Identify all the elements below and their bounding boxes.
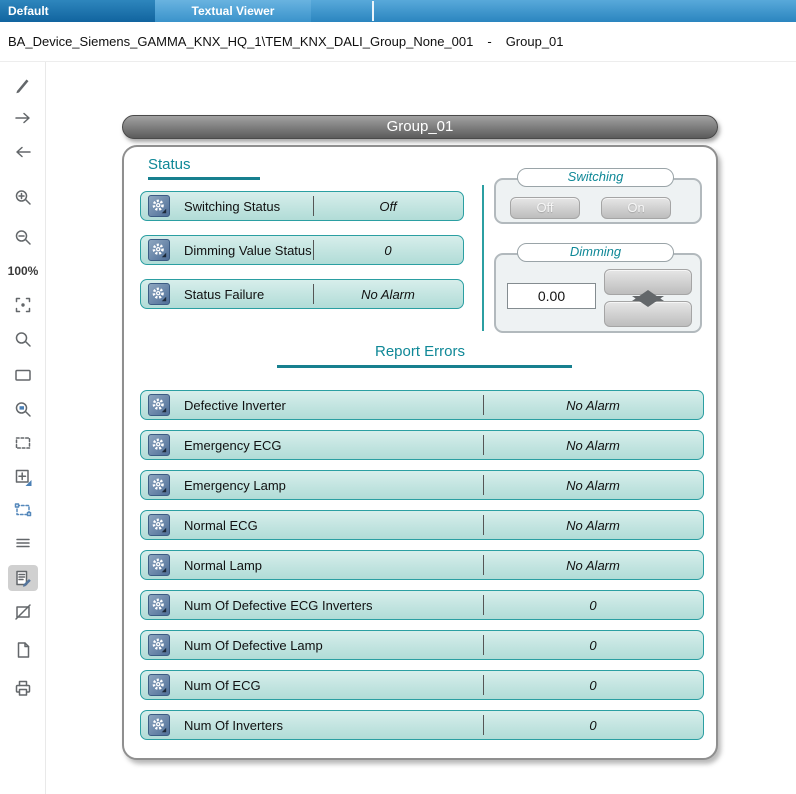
- report-error-rows: Defective Inverter No Alarm Emergency EC…: [140, 390, 704, 750]
- pen-tool-icon[interactable]: [8, 72, 38, 98]
- report-row-label: Num Of ECG: [184, 678, 261, 693]
- fit-view-icon[interactable]: [8, 464, 38, 490]
- gear-icon[interactable]: [148, 239, 170, 261]
- magnifier-icon[interactable]: [8, 327, 38, 353]
- gear-icon[interactable]: [148, 674, 170, 696]
- hide-annotations-icon[interactable]: [8, 599, 38, 625]
- report-row-label: Num Of Defective ECG Inverters: [184, 598, 373, 613]
- tab-textual-viewer[interactable]: Textual Viewer: [155, 0, 311, 22]
- gear-icon[interactable]: [148, 474, 170, 496]
- report-row-label: Num Of Inverters: [184, 718, 283, 733]
- status-row-label: Status Failure: [184, 287, 264, 302]
- gear-icon[interactable]: [148, 434, 170, 456]
- status-row-value: 0: [313, 236, 463, 264]
- gear-icon[interactable]: [148, 714, 170, 736]
- report-row-value: No Alarm: [483, 391, 703, 419]
- tab-default[interactable]: Default: [0, 0, 155, 22]
- status-row-value: No Alarm: [313, 280, 463, 308]
- report-error-row: Num Of Defective ECG Inverters 0: [140, 590, 704, 620]
- tab-strip: Default Textual Viewer: [0, 0, 796, 22]
- status-row: Switching Status Off: [140, 191, 464, 221]
- switching-group-label: Switching: [517, 168, 674, 187]
- forward-arrow-icon[interactable]: [8, 105, 38, 131]
- report-error-row: Normal Lamp No Alarm: [140, 550, 704, 580]
- gear-icon[interactable]: [148, 554, 170, 576]
- report-row-label: Num Of Defective Lamp: [184, 638, 323, 653]
- report-errors-underline: [277, 365, 572, 368]
- group-title-bar: Group_01: [122, 115, 718, 139]
- report-row-value: No Alarm: [483, 471, 703, 499]
- down-arrow-icon: [632, 296, 664, 322]
- zoom-region-icon[interactable]: [8, 397, 38, 423]
- report-row-value: 0: [483, 671, 703, 699]
- list-lines-icon[interactable]: [8, 530, 38, 556]
- textual-form-icon[interactable]: [8, 565, 38, 591]
- report-error-row: Emergency ECG No Alarm: [140, 430, 704, 460]
- report-row-value: 0: [483, 631, 703, 659]
- status-row: Dimming Value Status 0: [140, 235, 464, 265]
- report-row-value: No Alarm: [483, 511, 703, 539]
- focus-point-icon[interactable]: [8, 292, 38, 318]
- gear-icon[interactable]: [148, 283, 170, 305]
- dimming-down-button[interactable]: [604, 301, 692, 327]
- rectangle-select-icon[interactable]: [8, 362, 38, 388]
- status-row: Status Failure No Alarm: [140, 279, 464, 309]
- switch-off-button[interactable]: Off: [510, 197, 580, 219]
- zoom-out-icon[interactable]: [8, 225, 38, 251]
- report-row-label: Normal ECG: [184, 518, 258, 533]
- new-page-icon[interactable]: [8, 637, 38, 663]
- report-error-row: Emergency Lamp No Alarm: [140, 470, 704, 500]
- breadcrumb-page: Group_01: [506, 34, 564, 49]
- report-row-value: 0: [483, 591, 703, 619]
- report-row-value: No Alarm: [483, 431, 703, 459]
- breadcrumb-separator: -: [487, 34, 491, 49]
- left-toolbar: 100%: [0, 62, 46, 794]
- zoom-in-icon[interactable]: [8, 185, 38, 211]
- area-select-icon[interactable]: [8, 497, 38, 523]
- report-error-row: Num Of Inverters 0: [140, 710, 704, 740]
- report-errors-heading: Report Errors: [124, 343, 716, 360]
- gear-icon[interactable]: [148, 594, 170, 616]
- gear-icon[interactable]: [148, 634, 170, 656]
- group-panel: Status Switching Status Off Dimming Valu…: [122, 145, 718, 760]
- status-row-value: Off: [313, 192, 463, 220]
- report-error-row: Num Of Defective Lamp 0: [140, 630, 704, 660]
- report-row-label: Emergency Lamp: [184, 478, 286, 493]
- back-arrow-icon[interactable]: [8, 139, 38, 165]
- report-error-row: Defective Inverter No Alarm: [140, 390, 704, 420]
- switch-on-button[interactable]: On: [601, 197, 671, 219]
- dimming-up-button[interactable]: [604, 269, 692, 295]
- gear-icon[interactable]: [148, 394, 170, 416]
- tab-strip-divider: [372, 1, 374, 21]
- report-row-label: Defective Inverter: [184, 398, 286, 413]
- status-underline: [148, 177, 260, 180]
- report-row-value: 0: [483, 711, 703, 739]
- status-row-label: Dimming Value Status: [184, 243, 312, 258]
- gear-icon[interactable]: [148, 514, 170, 536]
- dimming-value-input[interactable]: [507, 283, 596, 309]
- viewer-canvas: Group_01 Status Switching Status Off Dim…: [46, 62, 796, 794]
- print-icon[interactable]: [8, 675, 38, 701]
- report-error-row: Num Of ECG 0: [140, 670, 704, 700]
- breadcrumb-path: BA_Device_Siemens_GAMMA_KNX_HQ_1\TEM_KNX…: [8, 34, 473, 49]
- report-row-value: No Alarm: [483, 551, 703, 579]
- status-heading: Status: [148, 156, 191, 173]
- report-error-row: Normal ECG No Alarm: [140, 510, 704, 540]
- status-controls-divider: [482, 185, 484, 331]
- zoom-level-label: 100%: [8, 258, 38, 284]
- report-row-label: Normal Lamp: [184, 558, 262, 573]
- gear-icon[interactable]: [148, 195, 170, 217]
- breadcrumb: BA_Device_Siemens_GAMMA_KNX_HQ_1\TEM_KNX…: [0, 22, 796, 62]
- status-rows: Switching Status Off Dimming Value Statu…: [140, 191, 464, 323]
- status-row-label: Switching Status: [184, 199, 280, 214]
- dimming-group-label: Dimming: [517, 243, 674, 262]
- marquee-select-icon[interactable]: [8, 430, 38, 456]
- report-row-label: Emergency ECG: [184, 438, 282, 453]
